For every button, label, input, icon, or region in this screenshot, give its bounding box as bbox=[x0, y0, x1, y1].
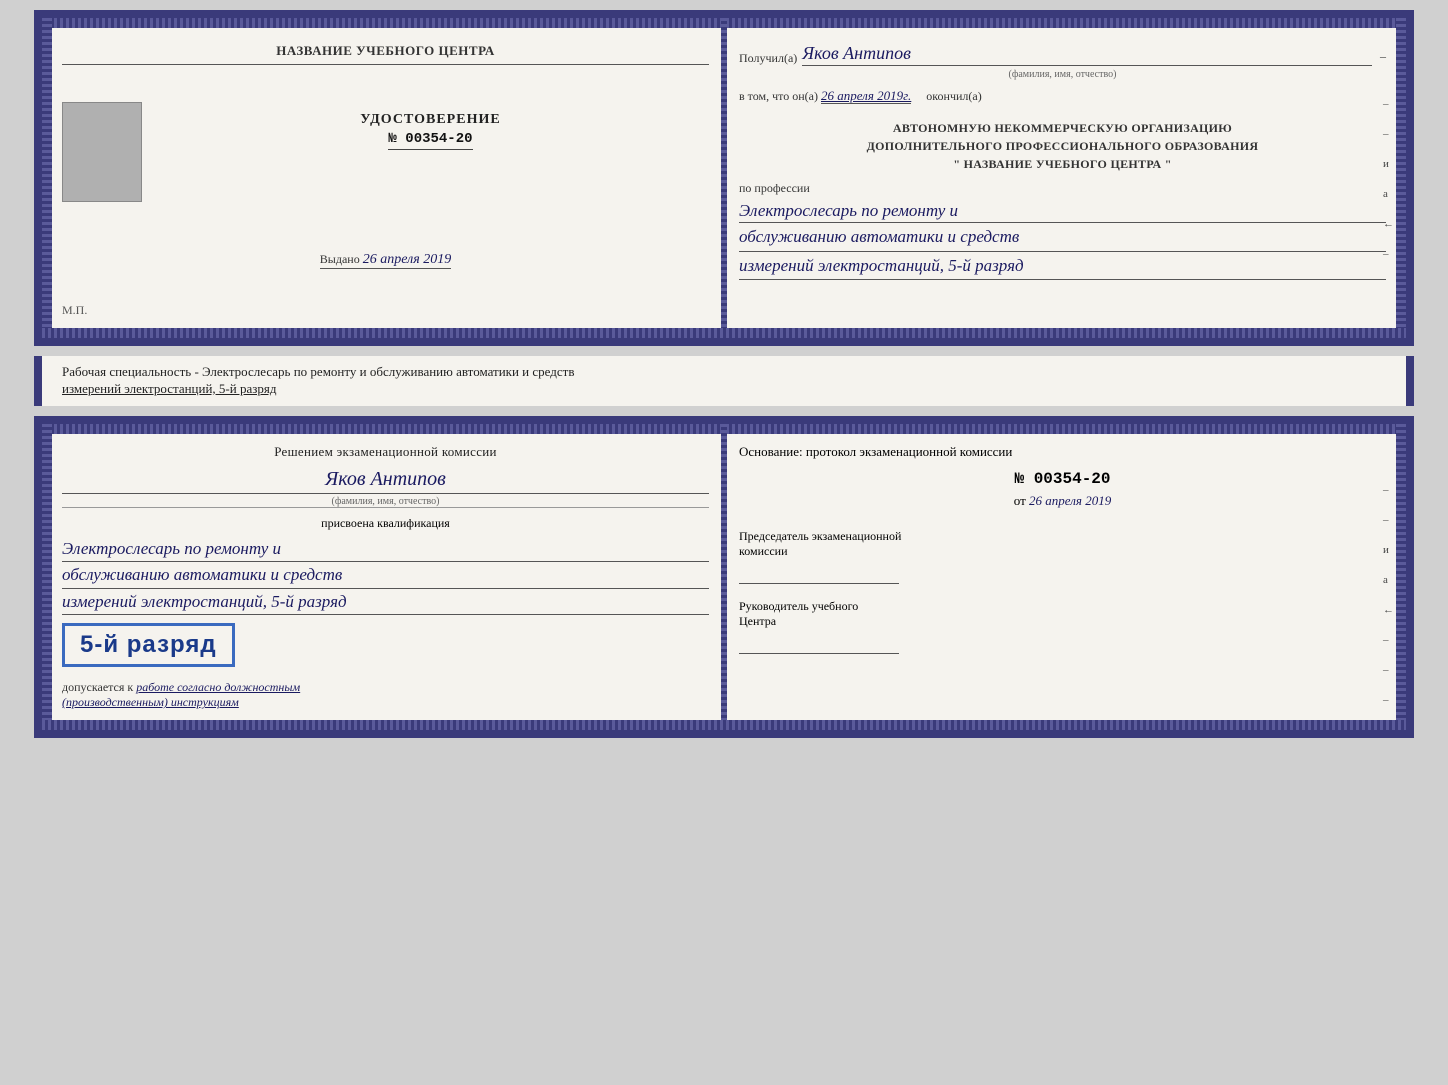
org-line3: " НАЗВАНИЕ УЧЕБНОГО ЦЕНТРА " bbox=[739, 155, 1386, 173]
side-marks-top: – – и а ← – bbox=[1383, 98, 1394, 260]
side-mark-2: – bbox=[1383, 128, 1394, 140]
side-marks-bottom: – – и а ← – – – bbox=[1383, 484, 1394, 706]
date-suffix: окончил(а) bbox=[926, 89, 981, 103]
issued-label: Выдано bbox=[320, 252, 360, 266]
protocol-date-value: 26 апреля 2019 bbox=[1029, 493, 1111, 508]
issued-block: Выдано 26 апреля 2019 bbox=[62, 250, 709, 268]
fio-hint-bottom: (фамилия, имя, отчество) bbox=[62, 496, 709, 508]
protocol-date-prefix: от bbox=[1014, 493, 1026, 508]
top-right-page: Получил(а) Яков Антипов – (фамилия, имя,… bbox=[724, 18, 1406, 338]
cert-number: № 00354-20 bbox=[388, 131, 472, 150]
head-line2: Центра bbox=[739, 614, 776, 628]
recipient-name: Яков Антипов bbox=[802, 43, 1372, 66]
side-mark-4: а bbox=[1383, 188, 1394, 200]
protocol-number: № 00354-20 bbox=[739, 470, 1386, 488]
middle-text1: Рабочая специальность - Электрослесарь п… bbox=[62, 364, 574, 379]
bottom-right-page: Основание: протокол экзаменационной коми… bbox=[724, 424, 1406, 731]
org-block: АВТОНОМНУЮ НЕКОММЕРЧЕСКУЮ ОРГАНИЗАЦИЮ ДО… bbox=[739, 119, 1386, 173]
top-org-title: НАЗВАНИЕ УЧЕБНОГО ЦЕНТРА bbox=[62, 43, 709, 65]
middle-text2: измерений электростанций, 5-й разряд bbox=[62, 381, 276, 396]
recipient-prefix: Получил(а) bbox=[739, 51, 797, 66]
bottom-left-page: Решением экзаменационной комиссии Яков А… bbox=[42, 424, 724, 731]
fio-hint-top: (фамилия, имя, отчество) bbox=[739, 69, 1386, 80]
qual-line1: Электрослесарь по ремонту и bbox=[62, 536, 709, 563]
bottom-spread: Решением экзаменационной комиссии Яков А… bbox=[34, 416, 1414, 739]
rank-stamp: 5-й разряд bbox=[62, 623, 235, 667]
left-middle-section: УДОСТОВЕРЕНИЕ № 00354-20 bbox=[62, 102, 709, 202]
bside-7: – bbox=[1383, 664, 1394, 676]
protocol-date: от 26 апреля 2019 bbox=[739, 493, 1386, 509]
qualification-label: присвоена квалификация bbox=[62, 516, 709, 531]
issued-line: Выдано 26 апреля 2019 bbox=[320, 252, 451, 269]
top-left-page: НАЗВАНИЕ УЧЕБНОГО ЦЕНТРА УДОСТОВЕРЕНИЕ №… bbox=[42, 18, 724, 338]
dash: – bbox=[1377, 49, 1386, 66]
photo-placeholder bbox=[62, 102, 142, 202]
side-mark-3: и bbox=[1383, 158, 1394, 170]
top-spread: НАЗВАНИЕ УЧЕБНОГО ЦЕНТРА УДОСТОВЕРЕНИЕ №… bbox=[34, 10, 1414, 346]
date-prefix: в том, что он(а) bbox=[739, 89, 818, 103]
bside-4: а bbox=[1383, 574, 1394, 586]
issued-date: 26 апреля 2019 bbox=[363, 252, 451, 267]
head-role: Руководитель учебного Центра bbox=[739, 599, 1386, 629]
side-mark-1: – bbox=[1383, 98, 1394, 110]
basis-title: Основание: протокол экзаменационной коми… bbox=[739, 444, 1386, 460]
dopusk-text: работе согласно должностным bbox=[136, 680, 300, 694]
middle-band: Рабочая специальность - Электрослесарь п… bbox=[34, 356, 1414, 406]
dopusk-line: допускается к работе согласно должностны… bbox=[62, 680, 709, 695]
chairman-line1: Председатель экзаменационной bbox=[739, 529, 901, 543]
cert-label: УДОСТОВЕРЕНИЕ bbox=[360, 112, 500, 128]
profession-line1: Электрослесарь по ремонту и bbox=[739, 199, 1386, 224]
qual-line2: обслуживанию автоматики и средств bbox=[62, 562, 709, 589]
stamp-line: М.П. bbox=[62, 303, 87, 318]
profession-line2: обслуживанию автоматики и средств bbox=[739, 223, 1386, 251]
chairman-block: Председатель экзаменационной комиссии bbox=[739, 529, 1386, 584]
bside-8: – bbox=[1383, 694, 1394, 706]
dopusk-prefix: допускается к bbox=[62, 680, 133, 694]
commission-title: Решением экзаменационной комиссии bbox=[62, 444, 709, 460]
bside-2: – bbox=[1383, 514, 1394, 526]
side-mark-5: ← bbox=[1383, 218, 1394, 230]
org-line1: АВТОНОМНУЮ НЕКОММЕРЧЕСКУЮ ОРГАНИЗАЦИЮ bbox=[739, 119, 1386, 137]
head-line1: Руководитель учебного bbox=[739, 599, 858, 613]
chairman-role: Председатель экзаменационной комиссии bbox=[739, 529, 1386, 559]
bside-3: и bbox=[1383, 544, 1394, 556]
profession-line3: измерений электростанций, 5-й разряд bbox=[739, 252, 1386, 280]
profession-label: по профессии bbox=[739, 181, 1386, 196]
recipient-line: Получил(а) Яков Антипов – bbox=[739, 43, 1386, 66]
bside-6: – bbox=[1383, 634, 1394, 646]
head-signature-line bbox=[739, 634, 899, 654]
org-line2: ДОПОЛНИТЕЛЬНОГО ПРОФЕССИОНАЛЬНОГО ОБРАЗО… bbox=[739, 137, 1386, 155]
chairman-signature-line bbox=[739, 564, 899, 584]
qual-line3: измерений электростанций, 5-й разряд bbox=[62, 589, 709, 616]
cert-date-line: в том, что он(а) 26 апреля 2019г. окончи… bbox=[739, 88, 1386, 104]
cert-info-block: УДОСТОВЕРЕНИЕ № 00354-20 bbox=[152, 102, 709, 150]
date-value: 26 апреля 2019г. bbox=[821, 88, 911, 104]
bside-1: – bbox=[1383, 484, 1394, 496]
rank-text: 5-й разряд bbox=[80, 631, 217, 659]
dopusk-text2: (производственным) инструкциям bbox=[62, 695, 709, 710]
chairman-line2: комиссии bbox=[739, 544, 788, 558]
head-block: Руководитель учебного Центра bbox=[739, 599, 1386, 654]
bside-5: ← bbox=[1383, 604, 1394, 616]
person-name-large: Яков Антипов bbox=[62, 468, 709, 494]
side-mark-6: – bbox=[1383, 248, 1394, 260]
